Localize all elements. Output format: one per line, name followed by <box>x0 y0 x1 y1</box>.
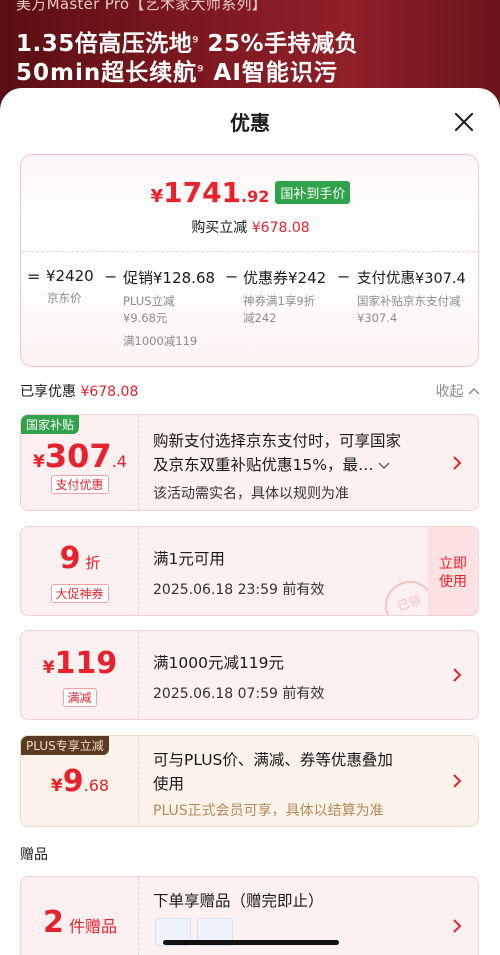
national-subsidy-coupon[interactable]: 国家补贴 ¥307.4 支付优惠 购新支付选择京东支付时，可享国家 及京东双重补… <box>20 414 479 511</box>
chevron-down-icon[interactable] <box>378 461 390 470</box>
collapse-toggle[interactable]: 收起 <box>436 381 480 401</box>
final-price-currency: ¥ <box>150 186 164 207</box>
gift-count: 2 件赠品 <box>43 905 117 940</box>
coupon-condition: 满1元可用 <box>153 550 225 568</box>
subsidy-amount: ¥307.4 <box>33 437 127 475</box>
banner-top-line: 美万Master Pro【艺术家大师系列】 <box>16 0 268 13</box>
chevron-right-icon[interactable] <box>452 455 462 470</box>
final-price-decimal: .92 <box>241 187 270 206</box>
minus-sign: − <box>104 267 118 286</box>
promo-item: 促销¥128.68 PLUS立减 ¥9.68元 满1000减119 <box>123 269 216 348</box>
reduction-value: ¥119 <box>42 646 118 681</box>
sheet-title: 优惠 <box>230 111 270 135</box>
price-summary-card: ¥ 1741 .92 国补到手价 购买立减 ¥678.08 = ¥2420 京东… <box>20 154 480 367</box>
divider <box>21 251 480 252</box>
home-indicator[interactable] <box>163 940 339 945</box>
subsidy-price-badge: 国补到手价 <box>275 181 351 204</box>
full-reduction-coupon[interactable]: ¥119 满减 满1000元减119元 2025.06.18 07:59 前有效 <box>20 630 479 720</box>
plus-note: PLUS正式会员可享，具体以结算为准 <box>153 803 384 819</box>
promo-coupon-tag: 大促神券 <box>50 584 109 603</box>
plus-discount-amount: ¥9.68 <box>50 764 110 799</box>
gifts-section-label: 赠品 <box>20 847 48 863</box>
subsidy-description: 购新支付选择京东支付时，可享国家 及京东双重补贴优惠15%，最… <box>153 432 402 474</box>
purchase-reduction: 购买立减 ¥678.08 <box>191 220 310 236</box>
reduction-validity: 2025.06.18 07:59 前有效 <box>153 686 325 702</box>
final-price: ¥ 1741 .92 国补到手价 <box>21 176 480 209</box>
coupon-item: 优惠券¥242 神券满1享9折 减242 <box>243 269 327 325</box>
coupon-validity: 2025.06.18 23:59 前有效 <box>153 582 325 598</box>
chevron-right-icon[interactable] <box>452 668 462 682</box>
use-now-button[interactable]: 立即 使用 <box>428 527 478 615</box>
reduction-condition: 满1000元减119元 <box>153 654 285 672</box>
chevron-right-icon[interactable] <box>452 774 462 788</box>
close-icon[interactable] <box>452 110 476 134</box>
plus-description: 可与PLUS价、满减、券等优惠叠加 使用 <box>153 751 393 793</box>
final-price-integer: 1741 <box>163 176 242 209</box>
banner-line-2: 50min超长续航9 AI智能识污 <box>16 60 338 86</box>
subsidy-note: 该活动需实名，具体以规则为准 <box>153 486 349 502</box>
discount-value: 9 折 <box>59 541 101 576</box>
gift-description: 下单享赠品（赠完即止） <box>153 892 324 910</box>
payment-item: 支付优惠¥307.4 国家补贴京东支付减 ¥307.4 <box>357 271 466 325</box>
price-formula: = ¥2420 京东价 − 促销¥128.68 PLUS立减 ¥9.68元 满1… <box>21 267 480 357</box>
chevron-right-icon[interactable] <box>452 919 462 933</box>
chevron-up-icon <box>468 387 480 395</box>
minus-sign: − <box>225 267 239 286</box>
discount-sheet: 优惠 ¥ 1741 .92 国补到手价 购买立减 ¥678.08 = ¥2420… <box>0 88 500 955</box>
payment-discount-tag: 支付优惠 <box>50 475 109 494</box>
full-reduction-tag: 满减 <box>62 688 97 707</box>
jd-price-item: ¥2420 京东价 <box>46 267 94 305</box>
plus-member-coupon[interactable]: PLUS专享立减 ¥9.68 可与PLUS价、满减、券等优惠叠加 使用 PLUS… <box>20 735 479 827</box>
enjoyed-discount: 已享优惠 ¥678.08 <box>20 384 139 400</box>
discount-coupon: 9 折 大促神券 满1元可用 2025.06.18 23:59 前有效 已领 立… <box>20 526 479 616</box>
minus-sign: − <box>337 267 351 286</box>
equals-sign: = <box>27 267 41 286</box>
